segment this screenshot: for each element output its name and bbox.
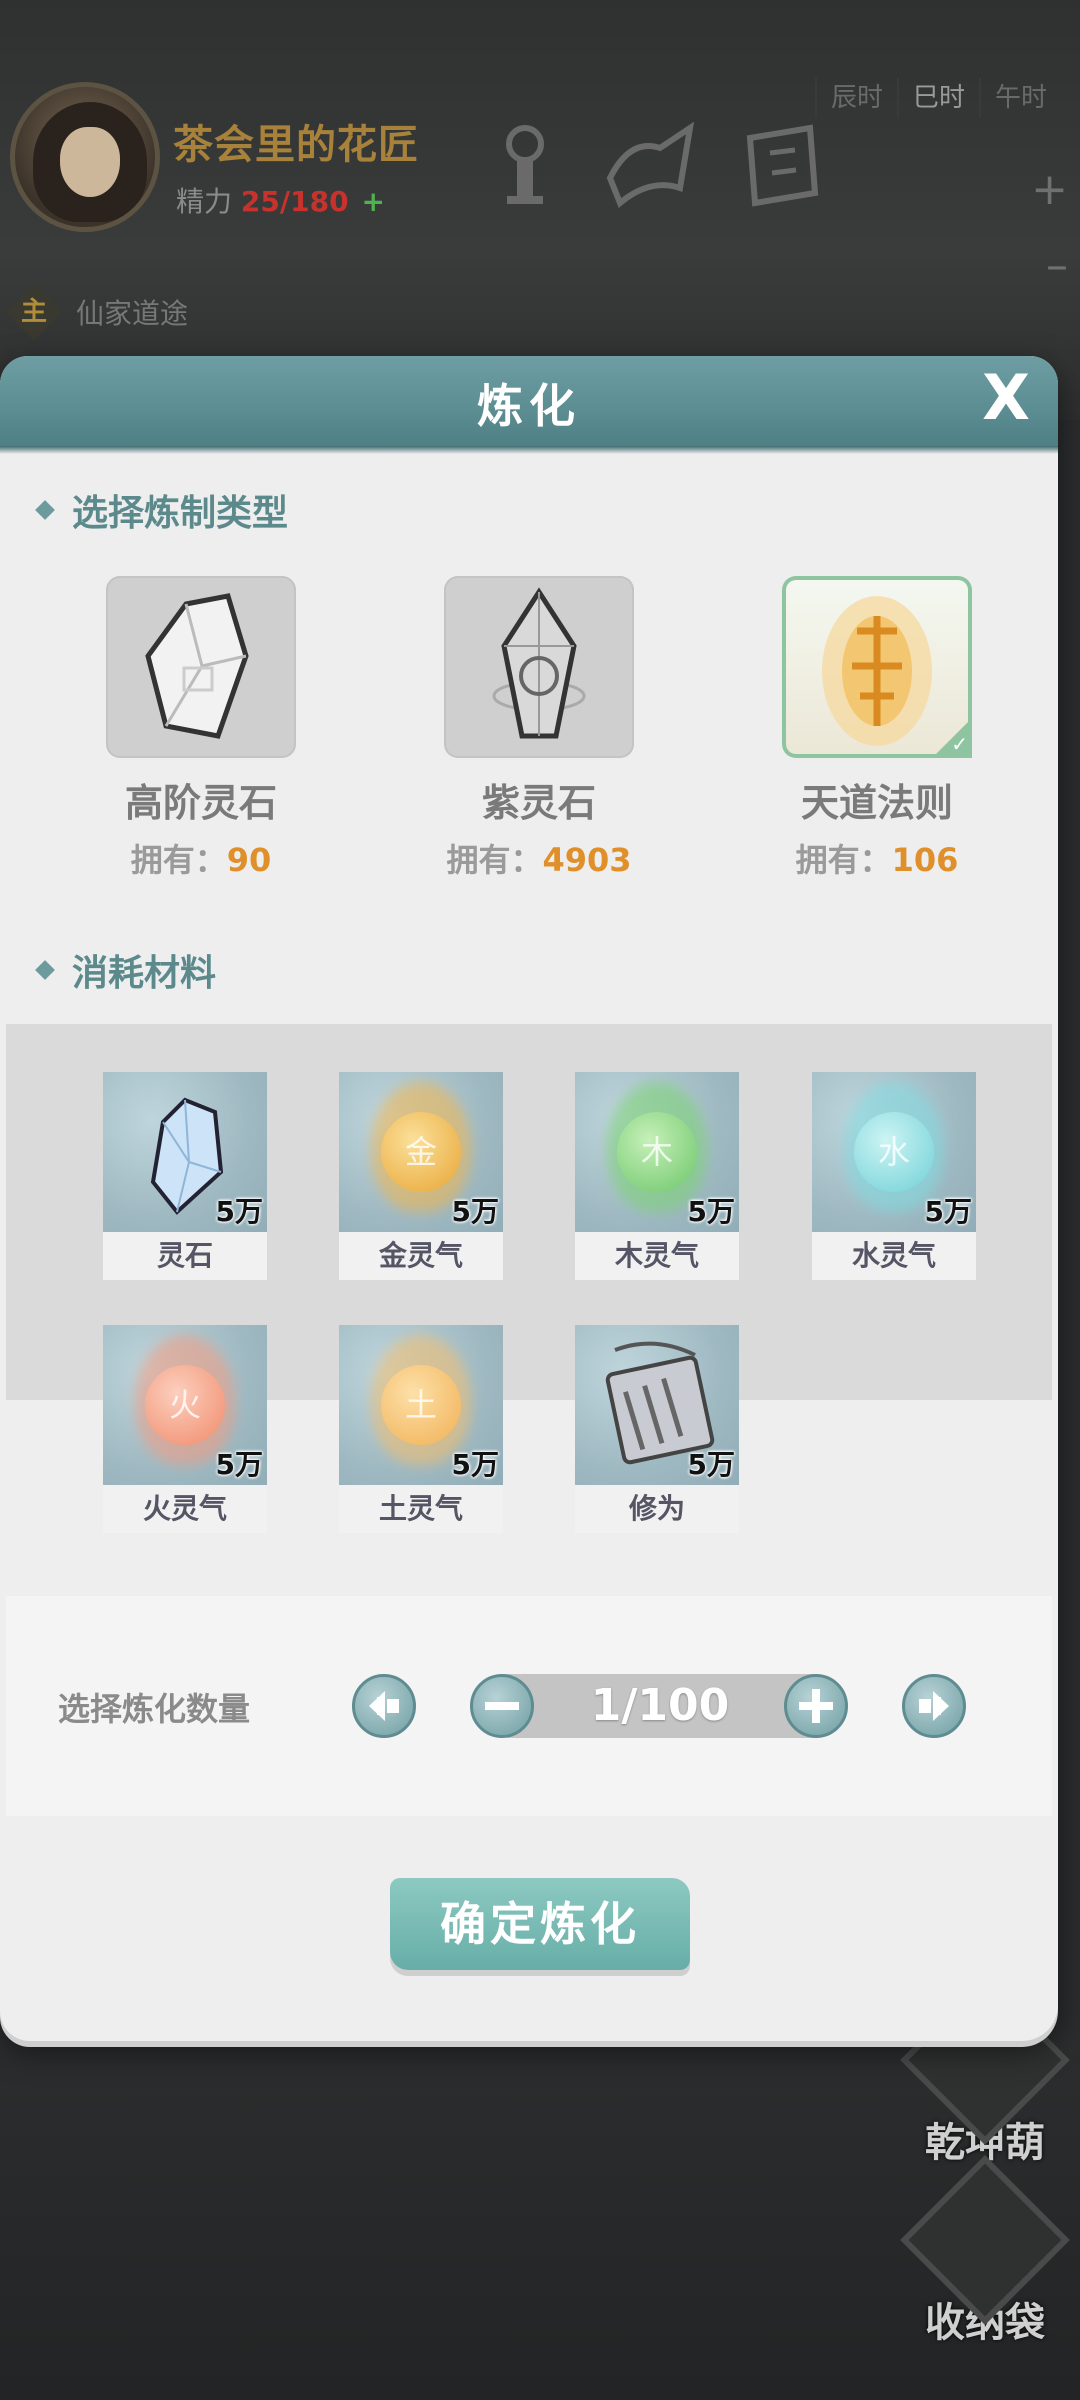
main-quest-text: 仙家道途 xyxy=(76,297,189,330)
material-name: 土灵气 xyxy=(339,1485,503,1533)
double-arrow-right-icon xyxy=(919,1691,949,1721)
material-image: 5万 xyxy=(103,1072,267,1232)
material-wood-qi[interactable]: 木 5万 木灵气 xyxy=(575,1072,739,1280)
type-card-high-stone[interactable]: 高阶灵石 拥有：90 xyxy=(101,576,301,881)
energy-display: 精力 25/180 + xyxy=(176,180,385,220)
zoom-in-button[interactable]: + xyxy=(1031,164,1068,215)
material-image: 水 5万 xyxy=(812,1072,976,1232)
material-earth-qi[interactable]: 土 5万 土灵气 xyxy=(339,1325,503,1533)
type-owned: 拥有：106 xyxy=(795,841,959,879)
heavenly-law-rune-icon xyxy=(822,596,932,746)
material-name: 金灵气 xyxy=(339,1232,503,1280)
time-tab-wu[interactable]: 午时 xyxy=(979,78,1061,118)
dialog-title: 炼化 xyxy=(477,379,581,433)
metal-qi-icon: 金 xyxy=(381,1112,461,1192)
material-name: 灵石 xyxy=(103,1232,267,1280)
type-owned: 拥有：4903 xyxy=(446,841,632,879)
material-cultivation[interactable]: 5万 修为 xyxy=(575,1325,739,1533)
material-name: 火灵气 xyxy=(103,1485,267,1533)
book-scroll-icon[interactable] xyxy=(730,118,830,208)
material-count: 5万 xyxy=(451,1448,499,1481)
earth-qi-icon: 土 xyxy=(381,1365,461,1445)
material-name: 修为 xyxy=(575,1485,739,1533)
type-card-image xyxy=(106,576,296,758)
water-qi-icon: 水 xyxy=(854,1112,934,1192)
player-avatar[interactable] xyxy=(10,82,160,232)
purple-spirit-stone-icon xyxy=(492,587,586,739)
energy-value: 25/180 xyxy=(240,185,349,218)
material-count: 5万 xyxy=(687,1448,735,1481)
close-icon[interactable]: X xyxy=(976,367,1036,429)
material-metal-qi[interactable]: 金 5万 金灵气 xyxy=(339,1072,503,1280)
material-water-qi[interactable]: 水 5万 水灵气 xyxy=(812,1072,976,1280)
material-count: 5万 xyxy=(924,1195,972,1228)
storage-bag-button[interactable]: 收纳袋 xyxy=(885,2155,1080,2348)
double-arrow-left-icon xyxy=(369,1691,399,1721)
plus-icon xyxy=(799,1689,833,1723)
quantity-label: 选择炼化数量 xyxy=(58,1690,251,1728)
map-scroll-icon[interactable] xyxy=(600,118,700,208)
type-name: 紫灵石 xyxy=(481,781,596,825)
player-name: 茶会里的花匠 xyxy=(173,122,419,168)
material-name: 木灵气 xyxy=(575,1232,739,1280)
time-tab-si[interactable]: 巳时 xyxy=(897,78,979,118)
material-count: 5万 xyxy=(451,1195,499,1228)
min-quantity-button[interactable] xyxy=(352,1674,416,1738)
increase-quantity-button[interactable] xyxy=(784,1674,848,1738)
confirm-refine-button[interactable]: 确定炼化 xyxy=(390,1878,690,1970)
time-tab-chen[interactable]: 辰时 xyxy=(815,78,897,118)
material-spirit-stone[interactable]: 5万 灵石 xyxy=(103,1072,267,1280)
diamond-icon xyxy=(35,960,55,980)
energy-add-button[interactable]: + xyxy=(361,185,384,218)
dialog-header: 炼化 X xyxy=(0,356,1058,454)
time-tabs: 辰时 巳时 午时 xyxy=(815,78,1061,118)
max-quantity-button[interactable] xyxy=(902,1674,966,1738)
material-count: 5万 xyxy=(215,1448,263,1481)
material-count: 5万 xyxy=(215,1195,263,1228)
material-image: 火 5万 xyxy=(103,1325,267,1485)
material-image: 土 5万 xyxy=(339,1325,503,1485)
material-fire-qi[interactable]: 火 5万 火灵气 xyxy=(103,1325,267,1533)
type-card-image xyxy=(444,576,634,758)
main-quest-tracker[interactable]: 主 仙家道途 xyxy=(5,283,189,341)
type-card-image: ✓ xyxy=(782,576,972,758)
diamond-icon xyxy=(35,500,55,520)
type-name: 高阶灵石 xyxy=(124,781,277,825)
fire-qi-icon: 火 xyxy=(145,1365,225,1445)
incense-burner-icon[interactable] xyxy=(485,118,565,208)
material-image: 金 5万 xyxy=(339,1072,503,1232)
material-image: 木 5万 xyxy=(575,1072,739,1232)
main-quest-badge: 主 xyxy=(5,283,63,341)
type-section-title: 选择炼制类型 xyxy=(35,484,288,536)
energy-label: 精力 xyxy=(176,185,233,218)
wood-qi-icon: 木 xyxy=(617,1112,697,1192)
material-name: 水灵气 xyxy=(812,1232,976,1280)
quantity-value: 1/100 xyxy=(590,1680,730,1731)
material-image: 5万 xyxy=(575,1325,739,1485)
material-count: 5万 xyxy=(687,1195,735,1228)
material-section-title: 消耗材料 xyxy=(35,944,216,996)
zoom-out-button[interactable]: – xyxy=(1046,240,1068,291)
high-spirit-stone-icon xyxy=(145,593,249,739)
type-name: 天道法则 xyxy=(800,781,953,825)
type-card-heavenly-law[interactable]: ✓ 天道法则 拥有：106 xyxy=(777,576,977,881)
type-owned: 拥有：90 xyxy=(130,841,272,879)
type-card-purple-stone[interactable]: 紫灵石 拥有：4903 xyxy=(439,576,639,881)
